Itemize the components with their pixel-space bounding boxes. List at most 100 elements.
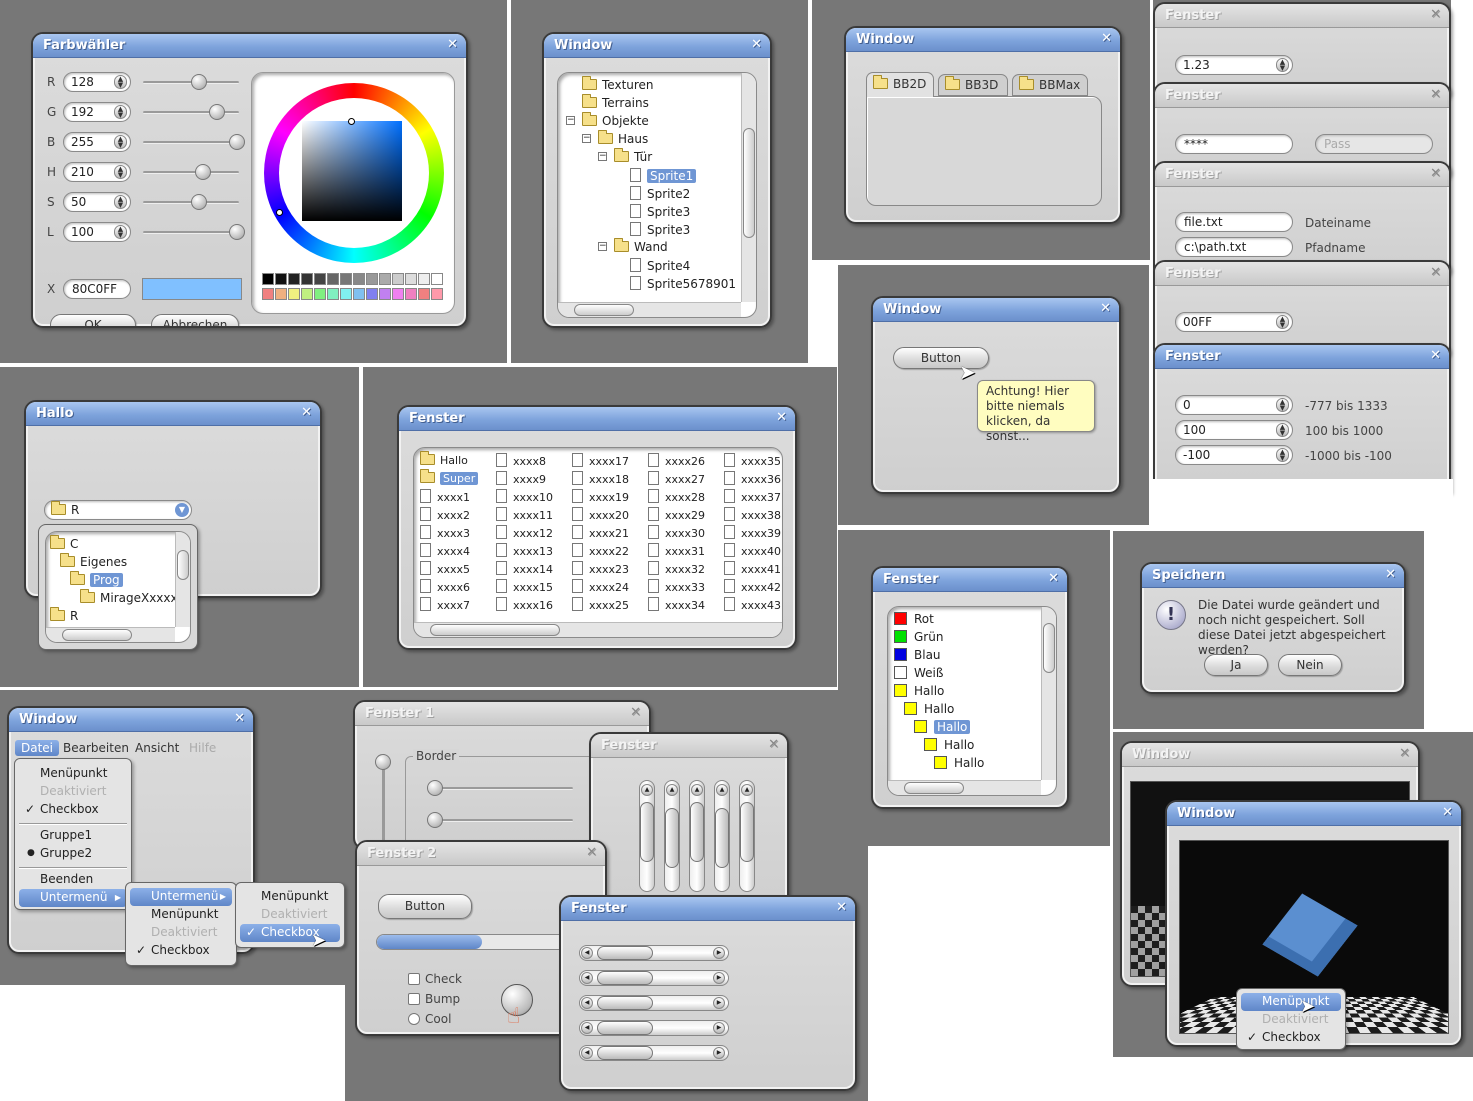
slider-track[interactable]: [427, 819, 573, 822]
range-spinner[interactable]: 0 ▲ ▼: [1175, 395, 1293, 415]
horizontal-scrollbar[interactable]: [888, 780, 1041, 795]
file-item[interactable]: xxxx5: [420, 561, 470, 576]
palette-swatch[interactable]: [301, 273, 313, 285]
color-list-item[interactable]: Hallo: [924, 738, 974, 752]
palette-swatch[interactable]: [275, 288, 287, 300]
file-item[interactable]: xxxx15: [496, 579, 553, 594]
file-item[interactable]: xxxx21: [572, 525, 629, 540]
file-item[interactable]: xxxx42: [724, 579, 781, 594]
spinner-arrows-icon[interactable]: ▲ ▼: [1276, 58, 1289, 72]
channel-spinner[interactable]: 50 ▲ ▼: [63, 192, 131, 212]
color-list-item[interactable]: Hallo: [894, 684, 944, 698]
cancel-button[interactable]: Abbrechen: [151, 314, 239, 326]
title-bar[interactable]: Fenster ✕: [1155, 84, 1449, 108]
file-item[interactable]: xxxx18: [572, 471, 629, 486]
file-item[interactable]: xxxx19: [572, 489, 629, 504]
file-item[interactable]: xxxx12: [496, 525, 553, 540]
tab-bbmax[interactable]: BBMax: [1012, 74, 1088, 96]
vertical-scrollbar[interactable]: [1041, 607, 1056, 780]
slider-thumb[interactable]: [740, 802, 754, 862]
file-item[interactable]: xxxx43: [724, 597, 781, 612]
channel-spinner[interactable]: 100 ▲ ▼: [63, 222, 131, 242]
submenu-item-deaktiviert[interactable]: Deaktiviert: [130, 924, 232, 942]
decimal-spinner[interactable]: 1.23 ▲ ▼: [1175, 55, 1293, 75]
slider-knob[interactable]: [195, 164, 211, 180]
spinner-arrows-icon[interactable]: ▲ ▼: [114, 195, 127, 209]
hex-spinner[interactable]: 00FF ▲ ▼: [1175, 312, 1293, 332]
tree-view[interactable]: Texturen Terrains Objekte − Haus − Tür − Sprite1…: [557, 72, 757, 318]
color-list-item[interactable]: Hallo: [904, 702, 954, 716]
close-icon[interactable]: ✕: [776, 410, 787, 425]
dropdown-item[interactable]: C: [50, 535, 78, 551]
scroll-up-icon[interactable]: ▲: [741, 784, 753, 796]
tree-item[interactable]: Sprite4: [630, 258, 690, 273]
channel-slider-track[interactable]: [143, 231, 239, 234]
title-bar[interactable]: Fenster 2 ✕: [357, 842, 605, 866]
slider-thumb[interactable]: [597, 1021, 653, 1035]
spinner-arrows-icon[interactable]: ▲ ▼: [1276, 315, 1289, 329]
file-item[interactable]: xxxx6: [420, 579, 470, 594]
file-item[interactable]: xxxx41: [724, 561, 781, 576]
file-item[interactable]: xxxx1: [420, 489, 470, 504]
collapse-icon[interactable]: −: [582, 134, 591, 143]
tree-item[interactable]: Wand: [614, 238, 668, 254]
file-item[interactable]: xxxx7: [420, 597, 470, 612]
slider-thumb[interactable]: [690, 802, 704, 862]
file-item[interactable]: xxxx20: [572, 507, 629, 522]
scroll-left-icon[interactable]: ◀: [581, 972, 593, 984]
scroll-left-icon[interactable]: ◀: [581, 1022, 593, 1034]
color-wheel-area[interactable]: [251, 72, 455, 314]
close-icon[interactable]: ✕: [836, 900, 847, 915]
title-bar[interactable]: Window ✕: [1122, 743, 1418, 767]
tree-item[interactable]: Sprite3: [630, 204, 690, 219]
bump-checkbox[interactable]: [408, 993, 420, 1005]
file-item[interactable]: Super: [420, 469, 479, 485]
channel-spinner[interactable]: 255 ▲ ▼: [63, 132, 131, 152]
palette[interactable]: [262, 273, 443, 303]
file-item[interactable]: Hallo: [420, 451, 468, 467]
check-checkbox[interactable]: [408, 973, 420, 985]
file-item[interactable]: xxxx8: [496, 453, 546, 468]
file-item[interactable]: xxxx13: [496, 543, 553, 558]
palette-swatch[interactable]: [262, 288, 274, 300]
dropdown-item[interactable]: Prog: [70, 571, 123, 587]
scroll-up-icon[interactable]: ▲: [641, 784, 653, 796]
menu-item-untermenu[interactable]: Untermenü ▶: [19, 889, 127, 907]
slider-thumb[interactable]: [597, 946, 653, 960]
palette-swatch[interactable]: [392, 288, 404, 300]
file-item[interactable]: xxxx39: [724, 525, 781, 540]
tab-bb3d[interactable]: BB3D: [938, 74, 1008, 96]
palette-swatch[interactable]: [288, 288, 300, 300]
slider-knob[interactable]: [191, 194, 207, 210]
vertical-scrollbar[interactable]: [741, 73, 756, 302]
close-icon[interactable]: ✕: [586, 845, 597, 860]
scroll-up-icon[interactable]: ▲: [666, 784, 678, 796]
file-item[interactable]: xxxx36: [724, 471, 781, 486]
scroll-thumb[interactable]: [430, 624, 560, 636]
submenu-item-menupunkt[interactable]: Menüpunkt: [130, 906, 232, 924]
context-item-checkbox[interactable]: ✓ Checkbox: [1241, 1029, 1341, 1047]
slider-thumb[interactable]: [640, 802, 654, 862]
palette-swatch[interactable]: [431, 273, 443, 285]
title-bar[interactable]: Window ✕: [846, 28, 1120, 52]
title-bar[interactable]: Window ✕: [544, 34, 770, 58]
tree-item[interactable]: Sprite3: [630, 222, 690, 237]
color-list-item[interactable]: Hallo: [914, 720, 971, 734]
scroll-right-icon[interactable]: ▶: [713, 1047, 725, 1059]
vertical-scrollbar[interactable]: [175, 532, 190, 627]
tree-item[interactable]: Terrains: [582, 94, 649, 110]
menu-item-deaktiviert[interactable]: Deaktiviert: [19, 783, 127, 801]
slider-knob[interactable]: [229, 134, 245, 150]
file-item[interactable]: xxxx35: [724, 453, 781, 468]
tree-item[interactable]: Tür: [614, 148, 652, 164]
palette-swatch[interactable]: [405, 273, 417, 285]
file-item[interactable]: xxxx40: [724, 543, 781, 558]
title-bar[interactable]: Fenster 1 ✕: [355, 702, 649, 726]
title-bar[interactable]: Window ✕: [873, 298, 1119, 322]
submenu2-item-menupunkt[interactable]: Menüpunkt: [240, 888, 340, 906]
range-spinner[interactable]: -100 ▲ ▼: [1175, 445, 1293, 465]
scroll-right-icon[interactable]: ▶: [713, 947, 725, 959]
hex-input[interactable]: 80C0FF: [63, 279, 131, 299]
close-icon[interactable]: ✕: [1385, 567, 1396, 582]
palette-swatch[interactable]: [288, 273, 300, 285]
